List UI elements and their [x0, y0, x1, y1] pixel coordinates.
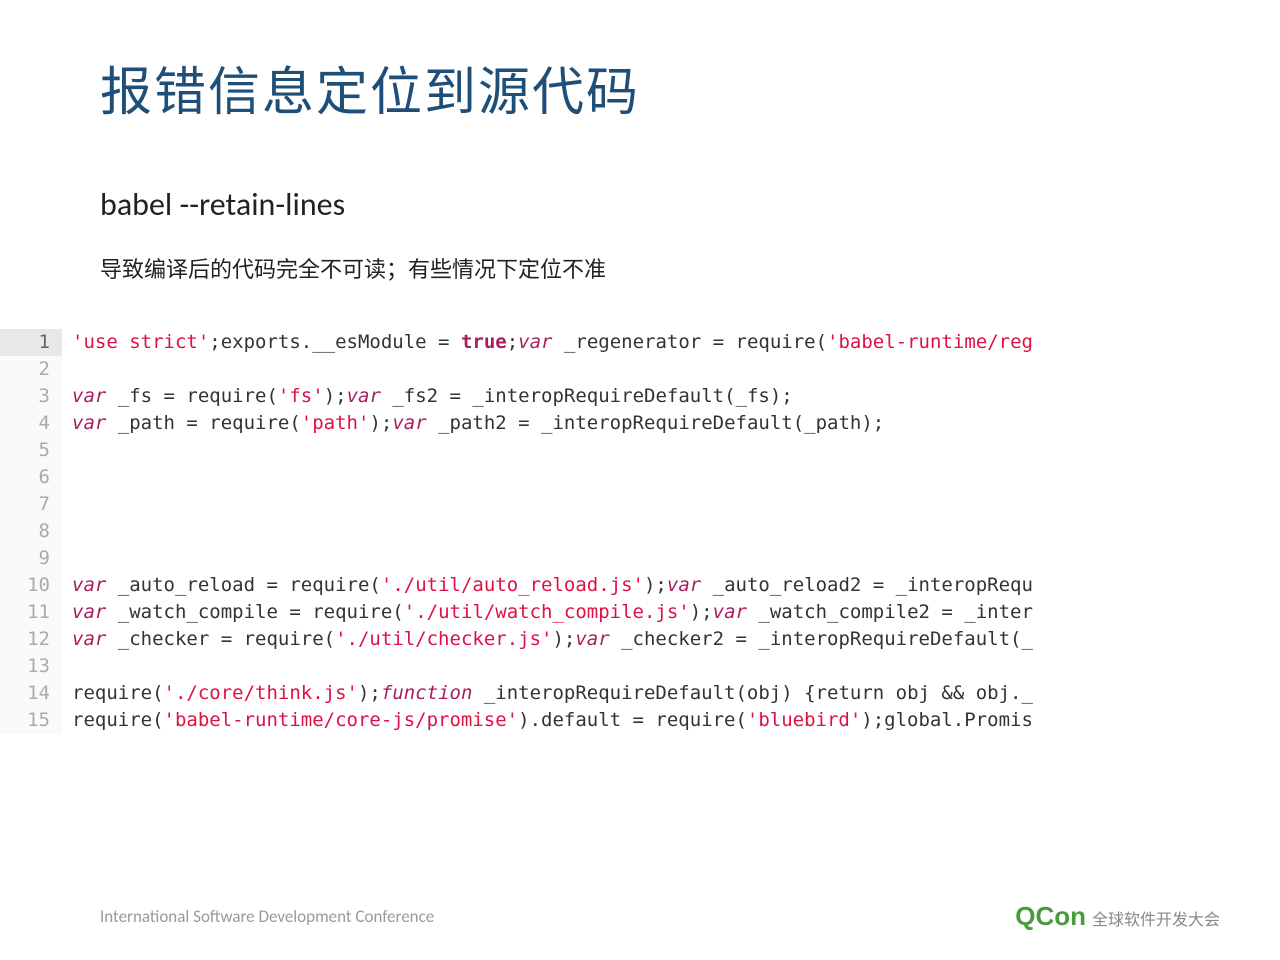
code-line: 3var _fs = require('fs');var _fs2 = _int…: [0, 383, 1280, 410]
qcon-logo: QCon: [1015, 901, 1086, 932]
code-line: 4var _path = require('path');var _path2 …: [0, 410, 1280, 437]
code-line: 5: [0, 437, 1280, 464]
code-text: var _watch_compile = require('./util/wat…: [62, 599, 1033, 626]
code-line: 15require('babel-runtime/core-js/promise…: [0, 707, 1280, 734]
code-text: require('./core/think.js');function _int…: [62, 680, 1033, 707]
slide-title: 报错信息定位到源代码: [0, 50, 1280, 125]
slide-description: 导致编译后的代码完全不可读；有些情况下定位不准: [0, 252, 1280, 284]
line-number: 11: [0, 599, 62, 626]
code-line: 14require('./core/think.js');function _i…: [0, 680, 1280, 707]
code-line: 7: [0, 491, 1280, 518]
code-line: 12var _checker = require('./util/checker…: [0, 626, 1280, 653]
line-number: 13: [0, 653, 62, 680]
line-number: 14: [0, 680, 62, 707]
code-text: 'use strict';exports.__esModule = true;v…: [62, 329, 1033, 356]
code-line: 6: [0, 464, 1280, 491]
code-line: 9: [0, 545, 1280, 572]
footer-conference-name: International Software Development Confe…: [100, 906, 434, 927]
footer-logo-group: QCon 全球软件开发大会: [1015, 901, 1220, 932]
footer: International Software Development Confe…: [100, 901, 1220, 932]
code-text: var _checker = require('./util/checker.j…: [62, 626, 1033, 653]
line-number: 3: [0, 383, 62, 410]
line-number: 2: [0, 356, 62, 383]
code-text: [62, 437, 83, 464]
line-number: 10: [0, 572, 62, 599]
slide: 报错信息定位到源代码 babel --retain-lines 导致编译后的代码…: [0, 0, 1280, 960]
slide-subtitle: babel --retain-lines: [0, 185, 1280, 224]
code-text: [62, 464, 83, 491]
line-number: 9: [0, 545, 62, 572]
code-text: [62, 653, 83, 680]
footer-tagline: 全球软件开发大会: [1092, 906, 1220, 930]
code-line: 1'use strict';exports.__esModule = true;…: [0, 329, 1280, 356]
code-line: 8: [0, 518, 1280, 545]
code-text: var _fs = require('fs');var _fs2 = _inte…: [62, 383, 793, 410]
line-number: 8: [0, 518, 62, 545]
code-text: [62, 545, 83, 572]
code-text: var _path = require('path');var _path2 =…: [62, 410, 884, 437]
code-line: 11var _watch_compile = require('./util/w…: [0, 599, 1280, 626]
line-number: 1: [0, 329, 62, 356]
code-line: 2: [0, 356, 1280, 383]
code-text: var _auto_reload = require('./util/auto_…: [62, 572, 1033, 599]
line-number: 12: [0, 626, 62, 653]
code-text: require('babel-runtime/core-js/promise')…: [62, 707, 1033, 734]
line-number: 15: [0, 707, 62, 734]
line-number: 5: [0, 437, 62, 464]
code-line: 10var _auto_reload = require('./util/aut…: [0, 572, 1280, 599]
code-line: 13: [0, 653, 1280, 680]
code-text: [62, 491, 83, 518]
code-text: [62, 356, 83, 383]
code-block: 1'use strict';exports.__esModule = true;…: [0, 329, 1280, 734]
line-number: 6: [0, 464, 62, 491]
code-text: [62, 518, 83, 545]
line-number: 7: [0, 491, 62, 518]
line-number: 4: [0, 410, 62, 437]
